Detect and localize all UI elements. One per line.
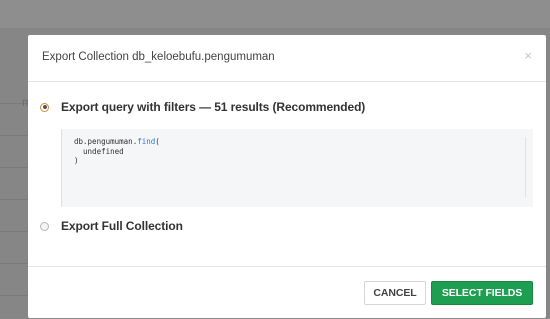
export-collection-modal: Export Collection db_keloebufu.pengumuma… [28, 35, 546, 318]
query-code-box: db.pengumuman.find( undefined ) [61, 129, 533, 207]
modal-title: Export Collection db_keloebufu.pengumuma… [42, 51, 275, 63]
export-full-collection-label: Export Full Collection [61, 219, 183, 233]
radio-selected-icon[interactable] [40, 102, 49, 112]
code-method: find [137, 137, 156, 146]
export-query-option[interactable]: Export query with filters — 51 results (… [40, 99, 365, 115]
select-fields-button[interactable]: SELECT FIELDS [431, 281, 533, 305]
background-topbar [0, 0, 550, 28]
close-icon[interactable]: × [524, 48, 532, 63]
code-object: db.pengumuman. [74, 137, 138, 146]
code-open-paren: ( [155, 137, 160, 146]
code-argument: undefined [74, 146, 124, 156]
modal-footer: CANCEL SELECT FIELDS [28, 266, 546, 319]
query-code: db.pengumuman.find( undefined ) [74, 137, 160, 166]
cancel-button[interactable]: CANCEL [364, 281, 426, 305]
export-query-label: Export query with filters — 51 results (… [61, 100, 366, 114]
modal-header: Export Collection db_keloebufu.pengumuma… [28, 35, 546, 82]
code-close-paren: ) [74, 156, 79, 165]
code-divider [525, 137, 526, 197]
export-full-collection-option[interactable]: Export Full Collection [40, 218, 183, 234]
radio-unselected-icon[interactable] [40, 221, 49, 231]
